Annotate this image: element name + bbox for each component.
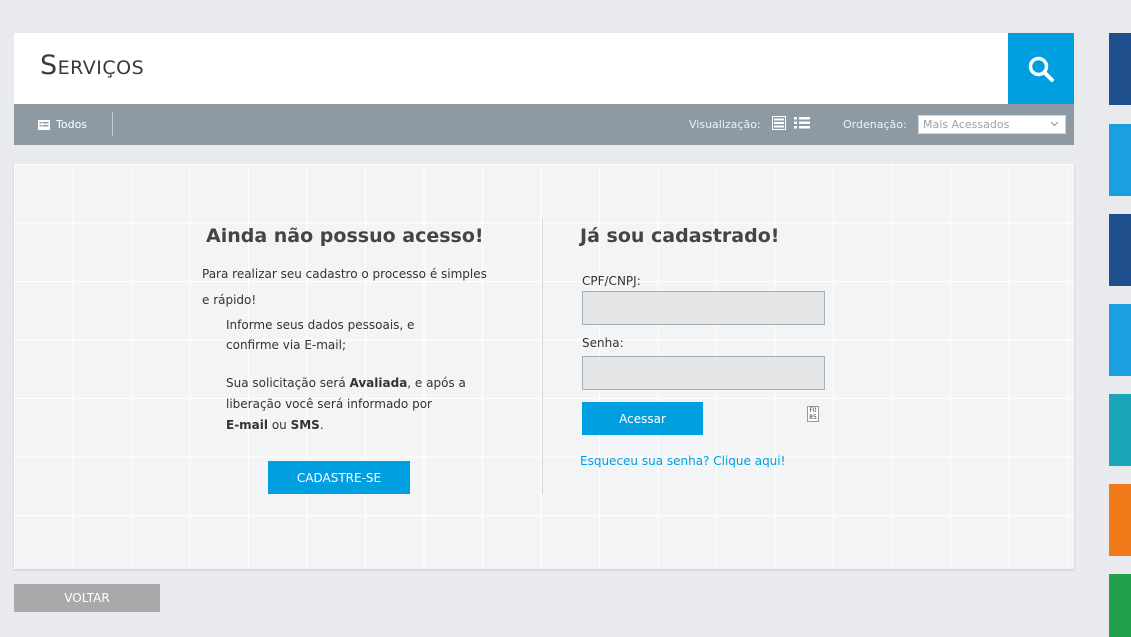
side-tile-5[interactable] — [1109, 394, 1131, 466]
register-step1-line1: Informe seus dados pessoais, e — [226, 318, 415, 332]
side-tile-4[interactable] — [1109, 304, 1131, 376]
toolbar: Todos Visualização: Ordenação: Mais Aces… — [14, 104, 1074, 145]
search-button[interactable] — [1008, 33, 1074, 104]
view-mode-label: Visualização: — [689, 118, 761, 131]
cpf-input[interactable] — [582, 291, 825, 325]
toolbar-divider — [112, 112, 113, 136]
side-tile-7[interactable] — [1109, 574, 1131, 637]
side-tile-6[interactable] — [1109, 484, 1131, 556]
register-button[interactable]: CADASTRE-SE — [268, 461, 410, 494]
register-intro-line1: Para realizar seu cadastro o processo é … — [202, 267, 487, 281]
email-emphasis: E-mail — [226, 418, 269, 432]
login-button[interactable]: Acessar — [582, 402, 703, 435]
register-step2-suffix: , e após a — [407, 376, 466, 390]
filter-all-label: Todos — [56, 118, 88, 131]
register-intro: Para realizar seu cadastro o processo é … — [202, 261, 487, 313]
search-icon — [1028, 56, 1054, 82]
list-view-icon[interactable] — [794, 116, 810, 130]
header-bar: Serviços — [14, 33, 1074, 104]
register-step2-line2: liberação você será informado por — [226, 397, 432, 411]
password-input[interactable] — [582, 356, 825, 390]
side-tile-2[interactable] — [1109, 124, 1131, 196]
register-step2-line1: Sua solicitação será Avaliada, e após a — [226, 373, 466, 394]
register-intro-line2: e rápido! — [202, 293, 257, 307]
column-divider — [542, 219, 543, 494]
register-step2-end: . — [319, 418, 324, 432]
grid-view-icon[interactable] — [772, 116, 786, 130]
list-card-icon — [38, 119, 50, 130]
view-mode-switch — [772, 116, 810, 130]
order-select[interactable]: Mais Acessados — [918, 115, 1066, 134]
cpf-label: CPF/CNPJ: — [582, 274, 641, 288]
register-step2-prefix: Sua solicitação será — [226, 376, 350, 390]
order-selected-value: Mais Acessados — [923, 118, 1010, 131]
filter-all-button[interactable]: Todos — [38, 118, 87, 131]
chevron-down-icon — [1050, 121, 1059, 127]
sms-emphasis: SMS — [290, 418, 320, 432]
register-step1-line2: confirme via E-mail; — [226, 338, 346, 352]
side-tile-3[interactable] — [1109, 214, 1131, 286]
login-heading: Já sou cadastrado! — [580, 225, 780, 247]
register-heading: Ainda não possuo acesso! — [206, 225, 484, 247]
forgot-password-link[interactable]: Esqueceu sua senha? Clique aqui! — [580, 454, 785, 468]
register-step-2: Sua solicitação será Avaliada, e após a … — [226, 373, 466, 436]
captcha-image: F0 85 — [807, 406, 819, 422]
order-label: Ordenação: — [843, 118, 907, 131]
side-tile-1[interactable] — [1109, 33, 1131, 105]
register-step2-line3: E-mail ou SMS. — [226, 415, 466, 436]
register-step2-or: ou — [268, 418, 291, 432]
password-label: Senha: — [582, 336, 624, 350]
evaluated-emphasis: Avaliada — [349, 376, 408, 390]
back-button[interactable]: VOLTAR — [14, 584, 160, 612]
login-panel: Ainda não possuo acesso! Para realizar s… — [14, 164, 1074, 569]
register-step-1: Informe seus dados pessoais, e confirme … — [226, 315, 414, 355]
page-title: Serviços — [40, 50, 145, 81]
